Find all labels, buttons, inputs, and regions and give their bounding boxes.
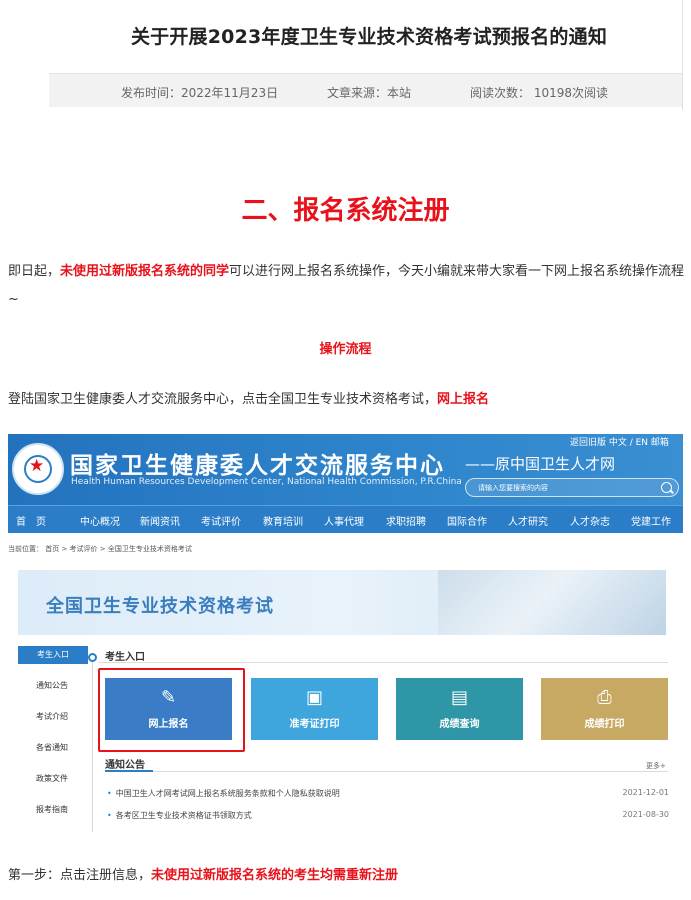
side-item-policy[interactable]: 政策文件 — [18, 770, 86, 788]
document-search-icon: ▤ — [450, 687, 468, 708]
site-english-name: Health Human Resources Development Cente… — [71, 477, 462, 487]
search-icon[interactable] — [661, 482, 672, 493]
step-highlight: 未使用过新版报名系统的考生均需重新注册 — [151, 868, 399, 883]
main-nav: 首 页 中心概况 新闻资讯 考试评价 教育培训 人事代理 求职招聘 国际合作 人… — [8, 505, 683, 533]
step-text: 第一步：点击注册信息， — [8, 868, 152, 883]
intro-paragraph: 即日起，未使用过新版报名系统的同学可以进行网上报名系统操作，今天小编就来带大家看… — [8, 258, 688, 314]
nav-item-news[interactable]: 新闻资讯 — [140, 513, 180, 528]
nav-item-international[interactable]: 国际合作 — [447, 513, 487, 528]
login-paragraph: 登陆国家卫生健康委人才交流服务中心，点击全国卫生专业技术资格考试，网上报名 — [8, 388, 489, 407]
notice-date: 2021-08-30 — [622, 810, 670, 819]
list-item[interactable]: • 中国卫生人才网考试网上报名系统服务条款和个人隐私获取说明 2021-12-01 — [107, 788, 669, 799]
side-item-candidate-entry[interactable]: 考生入口 — [18, 646, 88, 664]
side-item-exam-intro[interactable]: 考试介绍 — [18, 708, 86, 726]
tile-label: 准考证打印 — [289, 719, 340, 730]
login-text: 登陆国家卫生健康委人才交流服务中心，点击全国卫生专业技术资格考试， — [8, 392, 438, 407]
highlight-box — [98, 668, 245, 752]
notice-date: 2021-12-01 — [622, 788, 670, 797]
site-screenshot: ★ 国家卫生健康委人才交流服务中心 Health Human Resources… — [8, 434, 683, 834]
side-item-province-notices[interactable]: 各省通知 — [18, 739, 86, 757]
list-item[interactable]: • 各考区卫生专业技术资格证书领取方式 2021-08-30 — [107, 810, 669, 821]
divider — [105, 771, 668, 772]
admission-ticket-button[interactable]: ▣ 准考证打印 — [251, 678, 378, 740]
notice-heading: 通知公告 — [105, 760, 145, 771]
tile-label: 成绩查询 — [439, 719, 480, 730]
more-link[interactable]: 更多+ — [646, 761, 666, 771]
bullet-icon: • — [107, 789, 112, 798]
side-divider — [92, 662, 93, 832]
nav-item-magazine[interactable]: 人才杂志 — [570, 513, 610, 528]
search-input[interactable]: 请输入您要搜索的内容 — [465, 478, 679, 497]
side-item-notices[interactable]: 通知公告 — [18, 677, 86, 695]
breadcrumb: 当前位置： 首页 > 考试评价 > 全国卫生专业技术资格考试 — [8, 545, 192, 553]
nav-item-home[interactable]: 首 页 — [16, 513, 46, 528]
sub-title: 操作流程 — [319, 342, 372, 357]
notice-title[interactable]: 各考区卫生专业技术资格证书领取方式 — [116, 811, 252, 820]
nav-item-party[interactable]: 党建工作 — [631, 513, 671, 528]
login-highlight: 网上报名 — [437, 392, 490, 407]
exam-banner: 全国卫生专业技术资格考试 — [18, 570, 666, 635]
divider — [98, 662, 668, 663]
site-logo[interactable]: ★ — [12, 443, 64, 495]
nav-item-exam[interactable]: 考试评价 — [201, 513, 241, 528]
score-query-button[interactable]: ▤ 成绩查询 — [396, 678, 523, 740]
step-one-paragraph: 第一步：点击注册信息，未使用过新版报名系统的考生均需重新注册 — [8, 864, 398, 883]
nav-item-about[interactable]: 中心概况 — [80, 513, 120, 528]
notice-title[interactable]: 中国卫生人才网考试网上报名系统服务条款和个人隐私获取说明 — [116, 789, 340, 798]
top-links[interactable]: 返回旧版 中文 / EN 邮箱 — [570, 435, 669, 448]
site-former-name: ——原中国卫生人才网 — [465, 455, 616, 473]
search-placeholder: 请输入您要搜索的内容 — [478, 484, 548, 492]
nav-item-research[interactable]: 人才研究 — [508, 513, 548, 528]
intro-highlight: 未使用过新版报名系统的同学 — [60, 264, 230, 279]
section-title: 二、报名系统注册 — [241, 196, 450, 226]
score-print-button[interactable]: ⎙ 成绩打印 — [541, 678, 668, 740]
id-card-icon: ▣ — [305, 687, 323, 708]
candidate-entry-heading: 考生入口 — [105, 652, 145, 663]
article-title: 关于开展2023年度卫生专业技术资格考试预报名的通知 — [130, 26, 608, 48]
site-name: 国家卫生健康委人才交流服务中心 — [70, 453, 445, 479]
tile-label: 成绩打印 — [584, 719, 625, 730]
bullet-icon: • — [107, 811, 112, 820]
site-header: ★ 国家卫生健康委人才交流服务中心 Health Human Resources… — [8, 434, 683, 505]
notice-heading-underline — [105, 770, 153, 772]
nav-item-hr[interactable]: 人事代理 — [324, 513, 364, 528]
banner-image — [438, 570, 666, 635]
active-marker-icon — [88, 653, 97, 662]
nav-item-training[interactable]: 教育培训 — [263, 513, 303, 528]
side-item-guide[interactable]: 报考指南 — [18, 801, 86, 819]
intro-text: 即日起， — [8, 264, 61, 279]
banner-title: 全国卫生专业技术资格考试 — [46, 596, 274, 617]
printer-icon: ⎙ — [597, 687, 612, 708]
logo-star-icon: ★ — [29, 456, 45, 476]
article-meta-bar: 发布时间：2022年11月23日 文章来源：本站 阅读次数： 10198次阅读 — [49, 73, 683, 107]
nav-item-jobs[interactable]: 求职招聘 — [386, 513, 426, 528]
view-count: 阅读次数： 10198次阅读 — [470, 86, 608, 100]
article-source: 文章来源：本站 — [327, 86, 412, 100]
publish-time: 发布时间：2022年11月23日 — [121, 86, 279, 100]
divider — [682, 0, 683, 110]
